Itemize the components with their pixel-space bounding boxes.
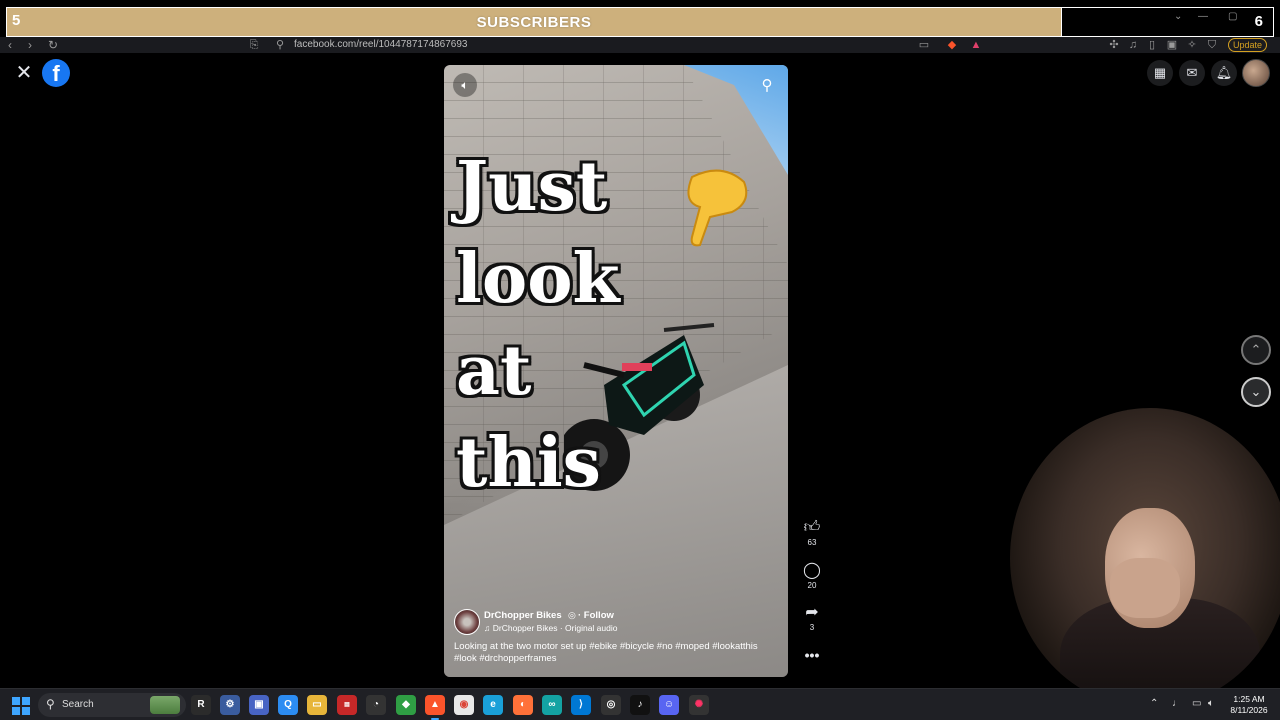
taskbar-app-phone-icon[interactable]: ▣ xyxy=(249,695,269,715)
sidebar-icon[interactable]: ▯ xyxy=(1146,39,1158,51)
audio-info[interactable]: ♫ DrChopper Bikes · Original audio xyxy=(484,623,617,633)
site-info-icon[interactable]: ⚲ xyxy=(274,39,286,51)
obs-icon[interactable]: ◎ xyxy=(601,695,621,715)
author-avatar[interactable] xyxy=(454,609,480,635)
profile-avatar[interactable] xyxy=(1242,59,1270,87)
share-count: 3 xyxy=(809,623,815,632)
edge-icon[interactable]: e xyxy=(483,695,503,715)
facebook-logo-icon[interactable]: f xyxy=(42,59,70,87)
verified-badge-icon: ◎ xyxy=(568,610,576,620)
cast-icon[interactable]: ▭ xyxy=(918,39,930,51)
network-icon[interactable]: ▭ xyxy=(1192,698,1201,709)
next-reel-button[interactable]: ⌄ xyxy=(1241,377,1271,407)
windows-start-icon[interactable] xyxy=(12,697,30,715)
volume-icon[interactable]: 🔈︎ xyxy=(1208,698,1214,709)
brave-shield-icon[interactable]: ◆ xyxy=(946,39,958,51)
wallet-icon[interactable]: ▣ xyxy=(1166,39,1178,51)
tiktok-icon[interactable]: ♪ xyxy=(630,695,650,715)
vscode-icon[interactable]: ⟩ xyxy=(571,695,591,715)
file-explorer-icon[interactable]: ▭ xyxy=(307,695,327,715)
clock-time: 1:25 AM xyxy=(1233,694,1265,704)
search-icon[interactable]: ⚲ xyxy=(756,75,778,97)
forward-icon[interactable]: › xyxy=(28,37,32,53)
update-button[interactable]: Update xyxy=(1228,38,1268,52)
comment-count: 20 xyxy=(807,581,817,590)
menu-grid-icon[interactable]: ▦ xyxy=(1147,60,1173,86)
brave-browser-icon[interactable]: ▲ xyxy=(425,695,445,720)
sound-toggle-icon[interactable]: 🔈︎ xyxy=(453,73,477,97)
subscribers-banner: SUBSCRIBERS xyxy=(6,7,1062,37)
webcam-overlay xyxy=(1010,408,1280,708)
follow-button[interactable]: · Follow xyxy=(578,610,614,621)
taskbar-search[interactable]: ⚲ Search xyxy=(38,693,186,717)
author-name[interactable]: DrChopper Bikes xyxy=(484,610,562,621)
share-button[interactable]: ➦ 3 xyxy=(800,604,824,633)
search-highlight-image xyxy=(150,696,180,714)
comment-icon: ◯ xyxy=(803,562,821,579)
firefox-icon[interactable]: ◐ xyxy=(513,695,533,715)
discord-icon[interactable]: ☺ xyxy=(659,695,679,715)
audio-label: DrChopper Bikes · Original audio xyxy=(492,623,618,633)
like-button[interactable]: 👍︎ 63 xyxy=(800,519,824,548)
minimize-icon[interactable]: — xyxy=(1198,11,1208,22)
maximize-icon[interactable]: ▢ xyxy=(1228,11,1237,22)
back-icon[interactable]: ‹ xyxy=(8,37,12,53)
taskbar-search-placeholder: Search xyxy=(62,699,94,710)
author-row: DrChopper Bikes ◎ · Follow ♫ DrChopper B… xyxy=(454,609,774,637)
bookmark-icon[interactable]: ⎘ xyxy=(248,39,260,51)
reel-overlay-text: Just look at this xyxy=(456,141,676,509)
clock-date: 8/11/2026 xyxy=(1230,705,1268,715)
reel-video[interactable]: 🔈︎ ⚲ Just look at this DrChopper Bikes ◎… xyxy=(444,65,788,677)
subscribers-left-count: 5 xyxy=(12,12,21,29)
microphone-icon[interactable]: ♩ xyxy=(1172,698,1182,709)
subscribers-title: SUBSCRIBERS xyxy=(476,13,592,31)
previous-reel-button[interactable]: ⌃ xyxy=(1241,335,1271,365)
taskbar-app-media-icon[interactable]: ▤ xyxy=(337,695,357,715)
like-count: 63 xyxy=(807,538,817,547)
search-icon: ⚲ xyxy=(46,697,55,711)
overlay-line: at xyxy=(456,331,532,411)
url-bar[interactable]: ⚲ facebook.com/reel/1044787174867693 ▭ ◆… xyxy=(270,37,990,53)
webcam-person-hand xyxy=(1110,558,1180,618)
tray-chevron-up-icon[interactable]: ⌃ xyxy=(1150,698,1158,709)
comment-button[interactable]: ◯ 20 xyxy=(800,562,824,591)
leo-icon[interactable]: ✧ xyxy=(1186,39,1198,51)
windows-taskbar: ⚲ Search R ⚙ ▣ Q ▭ ▤ ◔ ◆ ▲ ◉ e ◐ ∞ ⟩ ◎ ♪… xyxy=(0,688,1280,720)
taskbar-app-q-icon[interactable]: Q xyxy=(278,695,298,715)
taskbar-app-r-icon[interactable]: R xyxy=(191,695,211,715)
close-icon[interactable]: ✕ xyxy=(12,61,36,85)
chrome-icon[interactable]: ◉ xyxy=(454,695,474,715)
music-note-icon: ♫ xyxy=(484,623,491,633)
notifications-bell-icon[interactable]: 🔔︎ xyxy=(1211,60,1237,86)
taskbar-app-clock-icon[interactable]: ◔ xyxy=(366,695,386,715)
reload-icon[interactable]: ↻ xyxy=(48,37,58,53)
browser-toolbar: ‹ › ↻ ⎘ ⚲ facebook.com/reel/104478717486… xyxy=(0,37,1280,53)
taskbar-app-spark-icon[interactable]: ✺ xyxy=(689,695,709,715)
overlay-line: this xyxy=(456,423,601,503)
subscribers-right-box: ⌄ — ▢ 6 xyxy=(1062,7,1274,37)
more-options-icon[interactable]: ••• xyxy=(800,647,824,663)
share-icon: ➦ xyxy=(805,604,819,621)
extensions-icon[interactable]: ✣ xyxy=(1108,39,1120,51)
taskbar-app-infinity-icon[interactable]: ∞ xyxy=(542,695,562,715)
media-icon[interactable]: ♫ xyxy=(1127,39,1139,51)
overlay-line: Just xyxy=(456,147,608,227)
vpn-icon[interactable]: ⛉ xyxy=(1206,39,1218,51)
thumbs-up-icon: 👍︎ xyxy=(803,519,821,536)
reel-caption: Looking at the two motor set up #ebike #… xyxy=(454,641,758,664)
chevron-down-icon[interactable]: ⌄ xyxy=(1174,11,1182,22)
brave-rewards-icon[interactable]: ▲ xyxy=(970,39,982,51)
url-text[interactable]: facebook.com/reel/1044787174867693 xyxy=(294,38,467,52)
subscribers-right-count: 6 xyxy=(1254,13,1263,30)
pointing-finger-emoji-icon xyxy=(687,169,748,247)
messenger-icon[interactable]: ✉ xyxy=(1179,60,1205,86)
taskbar-app-network-icon[interactable]: ⚙ xyxy=(220,695,240,715)
taskbar-app-vpn-icon[interactable]: ◆ xyxy=(396,695,416,715)
taskbar-clock[interactable]: 1:25 AM 8/11/2026 xyxy=(1226,694,1272,716)
overlay-line: look xyxy=(456,239,620,319)
